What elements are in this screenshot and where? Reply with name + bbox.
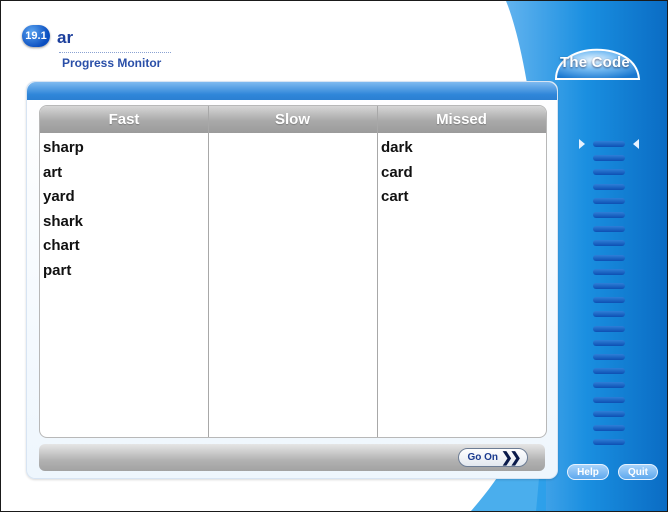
meter-segment [593, 425, 625, 431]
meter-segment [593, 226, 625, 233]
meter-segment [593, 254, 625, 261]
meter-segment [593, 240, 625, 247]
meter-segment [593, 439, 625, 446]
meter-segment [593, 382, 625, 389]
list-item: dark [381, 139, 413, 156]
meter-segment [593, 368, 625, 375]
meter-segment [593, 325, 625, 332]
results-card: Fast Slow Missed sharp art yard shark ch… [26, 81, 558, 479]
column-header-fast: Fast [108, 111, 140, 128]
meter-segment [593, 141, 625, 147]
brand-title: The Code [560, 54, 630, 71]
column-header-slow: Slow [274, 111, 310, 128]
meter-segment [593, 283, 625, 289]
meter-marker-icon [579, 139, 585, 149]
meter-segment [593, 155, 625, 162]
column-divider [208, 106, 209, 437]
lesson-word: ar [57, 28, 74, 47]
card-header-bar [27, 82, 557, 100]
quit-button[interactable]: Quit [618, 464, 658, 480]
double-chevron-right-icon: ❯❯ [501, 449, 522, 465]
missed-words-list: dark card cart [381, 136, 413, 210]
list-item: yard [43, 188, 75, 205]
lesson-number: 19.1 [25, 30, 47, 42]
meter-segment [593, 297, 625, 304]
meter-segment [593, 268, 625, 275]
results-table: Fast Slow Missed sharp art yard shark ch… [39, 105, 547, 438]
meter-segment [593, 339, 625, 346]
meter-marker-icon [633, 139, 639, 149]
go-on-button[interactable]: Go On ❯❯ [458, 448, 528, 467]
list-item: shark [43, 212, 84, 230]
title-divider [59, 52, 171, 54]
list-item: cart [381, 188, 409, 205]
list-item: part [43, 261, 72, 279]
meter-segment [593, 410, 625, 417]
meter-segment [593, 396, 625, 403]
meter-segment [593, 212, 625, 218]
card-footer: Go On ❯❯ [39, 444, 545, 471]
column-divider [377, 106, 378, 437]
list-item: art [43, 163, 63, 181]
fast-words-list: sharp art yard shark chart part [43, 136, 84, 283]
meter-segment [593, 311, 625, 318]
list-item: chart [43, 237, 80, 254]
lesson-number-badge: 19.1 [22, 25, 50, 47]
meter-segment [593, 183, 625, 190]
meter-segment [593, 197, 625, 204]
page-subtitle: Progress Monitor [62, 56, 162, 70]
help-button[interactable]: Help [567, 464, 609, 480]
list-item: card [381, 163, 413, 181]
column-header-missed: Missed [436, 111, 487, 128]
table-header: Fast Slow Missed [40, 106, 546, 133]
list-item: sharp [43, 139, 84, 156]
meter-segment [593, 354, 625, 360]
meter-segment [593, 169, 625, 176]
app-window: 19.1 ar Progress Monitor The Code Fast S… [0, 0, 668, 512]
go-on-label: Go On [467, 452, 499, 463]
